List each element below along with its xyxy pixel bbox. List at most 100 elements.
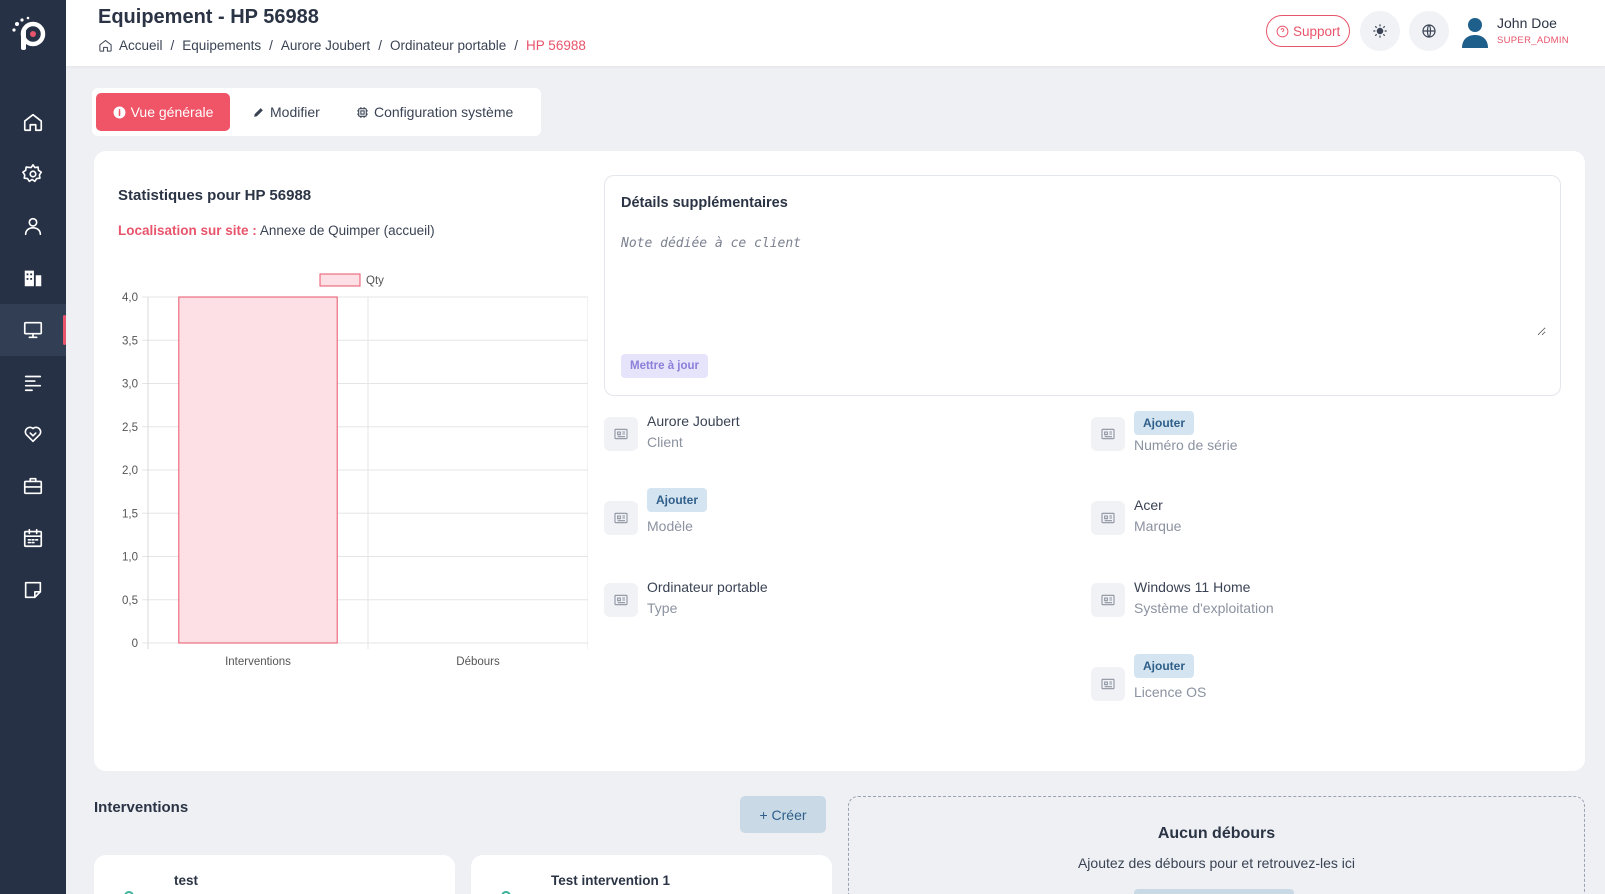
add-model-button[interactable]: Ajouter: [647, 488, 707, 512]
sidebar-item-calendar[interactable]: [0, 512, 66, 564]
pencil-icon: [254, 107, 263, 117]
sidebar-item-care[interactable]: [0, 408, 66, 460]
details-panel: Détails supplémentaires Mettre à jour: [604, 175, 1561, 396]
sidebar-item-home[interactable]: [0, 96, 66, 148]
client-note-textarea[interactable]: [621, 236, 1546, 336]
sun-icon: [1373, 24, 1387, 38]
add-disbursement-button[interactable]: [1134, 889, 1294, 894]
home-icon: [23, 113, 43, 132]
sidebar-item-equipements[interactable]: [0, 304, 66, 356]
heart-handshake-icon: [24, 426, 42, 443]
os-value: Windows 11 Home: [1134, 579, 1251, 595]
intervention-title: test: [174, 873, 199, 888]
brand-label: Marque: [1134, 518, 1182, 534]
id-card-icon: [604, 501, 638, 535]
breadcrumb-separator: /: [514, 38, 519, 53]
info-os-license: Ajouter Licence OS: [1091, 654, 1511, 713]
tab-overview[interactable]: Vue générale: [96, 93, 230, 131]
breadcrumb: Accueil / Equipements / Aurore Joubert /…: [98, 38, 586, 53]
intervention-card[interactable]: Test intervention 1: [471, 855, 832, 894]
intervention-card[interactable]: test: [94, 855, 455, 894]
client-label: Client: [647, 434, 683, 450]
equipment-tabs: Vue générale Modifier Configuration syst…: [92, 88, 541, 136]
y-tick-label: 3,5: [122, 335, 138, 347]
home-icon: [99, 39, 112, 52]
building-icon: [24, 270, 42, 287]
info-serial: Ajouter Numéro de série: [1091, 411, 1511, 473]
help-circle-icon: [1276, 25, 1289, 37]
details-title: Détails supplémentaires: [621, 195, 788, 211]
site-location-value: Annexe de Quimper (accueil): [259, 223, 435, 238]
info-client: Aurore Joubert Client: [604, 413, 1024, 463]
sidebar-item-lists[interactable]: [0, 356, 66, 408]
serial-label: Numéro de série: [1134, 437, 1238, 453]
id-card-icon: [604, 583, 638, 617]
legend-swatch: [319, 273, 361, 287]
tab-edit-label: Modifier: [270, 104, 320, 120]
settings-icon: [22, 164, 43, 183]
user-role: SUPER_ADMIN: [1497, 35, 1569, 46]
y-tick-label: 2,0: [122, 465, 138, 477]
breadcrumb-home[interactable]: Accueil: [119, 38, 163, 53]
sidebar-item-jobs[interactable]: [0, 460, 66, 512]
site-location-label: Localisation sur site :: [118, 223, 257, 238]
id-card-icon: [1091, 417, 1125, 451]
sidebar-item-users[interactable]: [0, 200, 66, 252]
overview-card: Statistiques pour HP 56988 Localisation …: [94, 151, 1585, 771]
type-value: Ordinateur portable: [647, 579, 768, 595]
tab-overview-label: Vue générale: [130, 104, 214, 120]
support-button[interactable]: Support: [1266, 15, 1351, 47]
info-brand: Acer Marque: [1091, 497, 1511, 547]
license-label: Licence OS: [1134, 684, 1207, 700]
breadcrumb-client[interactable]: Aurore Joubert: [281, 38, 370, 53]
support-label: Support: [1293, 23, 1341, 39]
update-note-button[interactable]: Mettre à jour: [621, 354, 709, 378]
id-card-icon: [1091, 501, 1125, 535]
theme-toggle-button[interactable]: [1360, 11, 1400, 51]
breadcrumb-type[interactable]: Ordinateur portable: [390, 38, 506, 53]
page-title: Equipement - HP 56988: [98, 6, 319, 28]
monitor-icon: [23, 321, 43, 339]
tab-system-config-label: Configuration système: [374, 104, 514, 120]
sidebar-item-buildings[interactable]: [0, 252, 66, 304]
id-card-icon: [604, 417, 638, 451]
add-license-button[interactable]: Ajouter: [1134, 654, 1194, 678]
breadcrumb-separator: /: [269, 38, 273, 53]
list-icon: [24, 375, 42, 392]
create-intervention-button[interactable]: + Créer: [740, 796, 826, 833]
info-model: Ajouter Modèle: [604, 488, 1024, 547]
breadcrumb-equipements[interactable]: Equipements: [182, 38, 261, 53]
intervention-title: Test intervention 1: [551, 873, 671, 888]
y-tick-label: 1,0: [122, 552, 138, 564]
avatar[interactable]: [1460, 16, 1490, 48]
cpu-icon: [357, 106, 368, 118]
tab-edit[interactable]: Modifier: [238, 93, 334, 131]
breadcrumb-current: HP 56988: [526, 38, 586, 53]
empty-subtitle: Ajoutez des débours pour et retrouvez-le…: [1077, 855, 1356, 871]
sidebar-item-notes[interactable]: [0, 564, 66, 616]
info-os: Windows 11 Home Système d'exploitation: [1091, 579, 1511, 629]
calendar-icon: [23, 528, 43, 548]
bar: [178, 296, 338, 644]
sticky-note-icon: [24, 581, 42, 599]
y-tick-label: 3,0: [122, 379, 138, 391]
language-button[interactable]: [1409, 11, 1449, 51]
x-tick-label: Débours: [456, 656, 500, 668]
stats-title: Statistiques pour HP 56988: [118, 187, 312, 204]
y-tick-label: 0,5: [122, 595, 138, 607]
os-label: Système d'exploitation: [1134, 600, 1274, 616]
user-name[interactable]: John Doe: [1497, 15, 1557, 31]
breadcrumb-separator: /: [378, 38, 382, 53]
app-logo[interactable]: [11, 16, 51, 56]
add-serial-button[interactable]: Ajouter: [1134, 411, 1194, 435]
model-label: Modèle: [647, 518, 693, 534]
y-tick-label: 0: [132, 638, 138, 650]
briefcase-icon: [23, 477, 43, 495]
y-tick-label: 2,5: [122, 422, 138, 434]
tab-system-config[interactable]: Configuration système: [342, 93, 527, 131]
y-tick-label: 4,0: [122, 292, 138, 304]
y-tick-label: 1,5: [122, 508, 138, 520]
sidebar-item-settings[interactable]: [0, 148, 66, 200]
client-value[interactable]: Aurore Joubert: [647, 413, 740, 429]
info-icon: [113, 106, 126, 118]
